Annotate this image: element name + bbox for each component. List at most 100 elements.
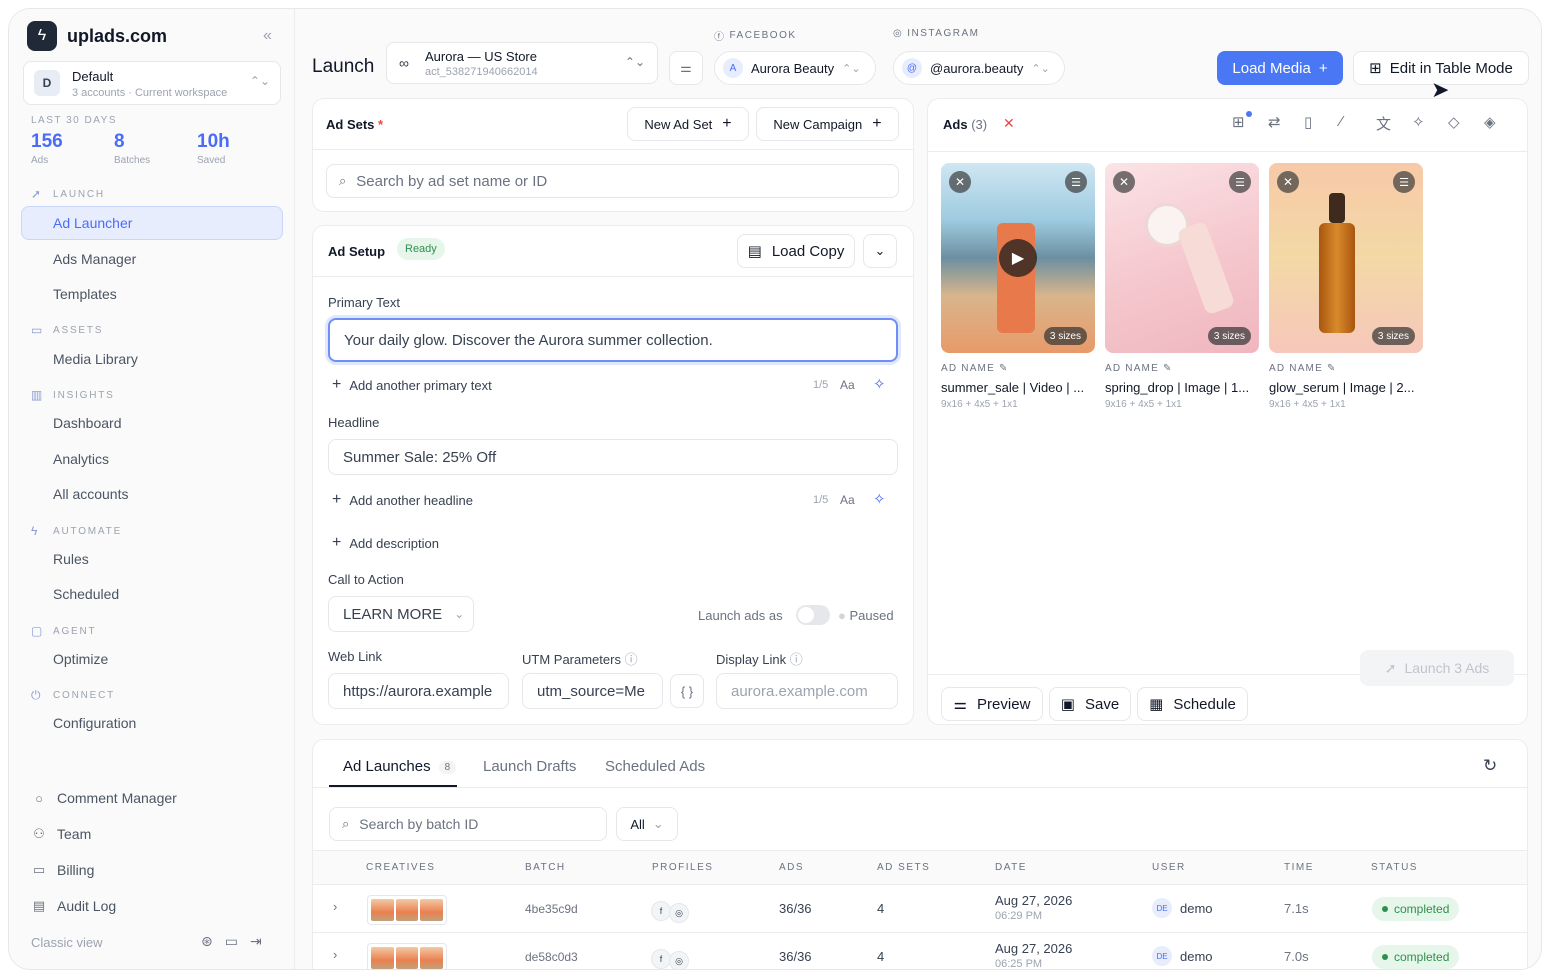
schedule-button[interactable]: ▦ Schedule <box>1137 687 1248 721</box>
settings-sliders-button[interactable]: ⚌ <box>669 51 703 85</box>
clear-ads-icon[interactable]: ✕ <box>1003 115 1015 132</box>
tab-scheduled-ads[interactable]: Scheduled Ads <box>605 758 705 775</box>
cta-select[interactable]: LEARN MORE ⌄ <box>328 596 474 632</box>
ads-count-cell: 36/36 <box>779 949 812 964</box>
sidebar-item-rules[interactable]: Rules <box>53 551 89 567</box>
sidebar-item-label: Comment Manager <box>57 790 177 806</box>
collapse-sidebar-icon[interactable]: « <box>263 27 272 45</box>
remove-ad-icon[interactable]: ✕ <box>1277 171 1299 193</box>
remove-ad-icon[interactable]: ✕ <box>949 171 971 193</box>
info-icon[interactable]: ⓘ <box>790 652 803 667</box>
carousel-icon[interactable]: ▯ <box>1304 113 1312 131</box>
utm-label: UTM Parameters ⓘ <box>522 649 638 668</box>
monitor-icon[interactable]: ▭ <box>225 933 238 950</box>
save-button[interactable]: ▣ Save <box>1049 687 1131 721</box>
ad-creative-tile[interactable]: ✕ ☰ 3 sizes <box>1269 163 1423 353</box>
load-media-button[interactable]: Load Media + <box>1217 51 1343 85</box>
ai-sparkle-icon[interactable]: ✧ <box>873 490 886 508</box>
pencil-icon[interactable]: ✎ <box>1163 363 1173 374</box>
tab-launch-drafts[interactable]: Launch Drafts <box>483 758 576 775</box>
new-ad-set-button[interactable]: New Ad Set + <box>627 107 749 141</box>
status-filter-select[interactable]: All ⌄ <box>616 807 678 841</box>
calendar-icon: ▦ <box>1149 696 1164 713</box>
sidebar-item-audit-log[interactable]: ▤ Audit Log <box>31 898 116 914</box>
table-row[interactable]: › de58c0d3 f ◎ 36/36 4 Aug 27, 2026 06:25… <box>313 932 1527 969</box>
web-link-input[interactable]: https://aurora.example <box>328 673 509 709</box>
logout-icon[interactable]: ⇥ <box>250 933 262 950</box>
ad-set-search-input[interactable]: ⌕ Search by ad set name or ID <box>326 164 899 198</box>
headline-input[interactable]: Summer Sale: 25% Off <box>328 439 898 475</box>
sidebar-item-templates[interactable]: Templates <box>53 286 117 302</box>
sidebar-item-comment-manager[interactable]: ○ Comment Manager <box>31 790 177 806</box>
tab-ad-launches[interactable]: Ad Launches 8 <box>343 758 457 775</box>
utm-variables-button[interactable]: { } <box>670 674 704 708</box>
ai-sparkle-icon[interactable]: ✧ <box>873 375 886 393</box>
brand[interactable]: ϟ uplads.com <box>27 21 167 51</box>
adjust-icon[interactable]: ☰ <box>1229 171 1251 193</box>
sidebar-item-ad-launcher[interactable]: Ad Launcher <box>21 206 283 240</box>
sidebar-item-analytics[interactable]: Analytics <box>53 451 109 467</box>
ad-creative-tile[interactable]: ▶ ✕ ☰ 3 sizes <box>941 163 1095 353</box>
add-description-button[interactable]: + Add description <box>332 534 439 552</box>
pencil-icon[interactable]: ✎ <box>1327 363 1337 374</box>
workspace-sub: 3 accounts · Current workspace <box>72 87 228 99</box>
remove-ad-icon[interactable]: ✕ <box>1113 171 1135 193</box>
facebook-page-select[interactable]: A Aurora Beauty ⌃⌄ <box>714 51 876 85</box>
sidebar-item-team[interactable]: ⚇ Team <box>31 826 91 842</box>
help-icon[interactable]: ⊛ <box>201 933 213 950</box>
add-headline-button[interactable]: + Add another headline <box>332 491 473 509</box>
shuffle-icon[interactable]: ⇄ <box>1268 113 1281 131</box>
new-campaign-button[interactable]: New Campaign + <box>756 107 899 141</box>
primary-text-input[interactable]: Your daily glow. Discover the Aurora sum… <box>328 318 898 362</box>
grid-layout-icon[interactable]: ⊞ <box>1232 113 1245 131</box>
ad-name[interactable]: summer_sale | Video | ... <box>941 380 1095 395</box>
translate-icon[interactable]: 文 <box>1376 113 1391 134</box>
chevron-right-icon[interactable]: › <box>333 899 337 914</box>
ad-name[interactable]: glow_serum | Image | 2... <box>1269 380 1423 395</box>
instagram-account-select[interactable]: @ @aurora.beauty ⌃⌄ <box>893 51 1065 85</box>
classic-view-link[interactable]: Classic view <box>31 935 103 950</box>
ad-name[interactable]: spring_drop | Image | 1... <box>1105 380 1259 395</box>
adjust-icon[interactable]: ☰ <box>1393 171 1415 193</box>
utm-input[interactable]: utm_source=Me <box>522 673 663 709</box>
sidebar-item-billing[interactable]: ▭ Billing <box>31 862 95 878</box>
sliders-icon: ⚌ <box>953 696 968 713</box>
add-primary-text-button[interactable]: + Add another primary text <box>332 376 492 394</box>
text-format-button[interactable]: Aa <box>840 493 855 507</box>
chevron-right-icon[interactable]: › <box>333 947 337 962</box>
ad-account-select[interactable]: ∞ Aurora — US Store act_538271940662014 … <box>386 42 658 84</box>
batch-search-input[interactable]: ⌕ Search by batch ID <box>329 807 607 841</box>
sidebar-item-scheduled[interactable]: Scheduled <box>53 586 119 602</box>
launch-ads-button[interactable]: ➚ Launch 3 Ads <box>1360 650 1514 686</box>
load-copy-button[interactable]: ▤ Load Copy <box>737 234 855 268</box>
info-icon[interactable]: ⓘ <box>625 652 638 667</box>
sidebar-item-configuration[interactable]: Configuration <box>53 715 136 731</box>
launch-status-toggle[interactable] <box>796 605 830 625</box>
basket-icon[interactable]: ◇ <box>1448 113 1460 131</box>
preview-button[interactable]: ⚌ Preview <box>941 687 1043 721</box>
sidebar-item-all-accounts[interactable]: All accounts <box>53 486 128 502</box>
ad-creative-tile[interactable]: ✕ ☰ 3 sizes <box>1105 163 1259 353</box>
account-name: Aurora — US Store <box>425 49 537 64</box>
pencil-icon[interactable]: ✎ <box>999 363 1009 374</box>
sliders-icon: ⚌ <box>680 60 692 75</box>
column-header: TIME <box>1284 862 1314 873</box>
magic-wand-icon[interactable]: ⁄ <box>1340 113 1343 130</box>
text-format-button[interactable]: Aa <box>840 378 855 392</box>
status-dot-icon <box>1382 954 1388 960</box>
adjust-icon[interactable]: ☰ <box>1065 171 1087 193</box>
stat-batches: 8 Batches <box>114 131 150 166</box>
table-row[interactable]: › 4be35c9d f ◎ 36/36 4 Aug 27, 2026 06:29… <box>313 884 1527 932</box>
handshake-icon[interactable]: ◈ <box>1484 113 1496 131</box>
ai-sparkle-icon[interactable]: ✧ <box>1412 113 1425 131</box>
display-link-input[interactable]: aurora.example.com <box>716 673 898 709</box>
load-copy-dropdown[interactable]: ⌄ <box>863 234 897 268</box>
workspace-switcher[interactable]: D Default 3 accounts · Current workspace… <box>23 61 281 105</box>
serum-bottle <box>1319 223 1355 333</box>
sidebar-item-ads-manager[interactable]: Ads Manager <box>53 251 136 267</box>
sidebar-item-dashboard[interactable]: Dashboard <box>53 415 122 431</box>
sidebar-item-optimize[interactable]: Optimize <box>53 651 108 667</box>
sidebar-item-media-library[interactable]: Media Library <box>53 351 138 367</box>
play-icon[interactable]: ▶ <box>999 239 1037 277</box>
refresh-icon[interactable]: ↻ <box>1483 756 1497 776</box>
